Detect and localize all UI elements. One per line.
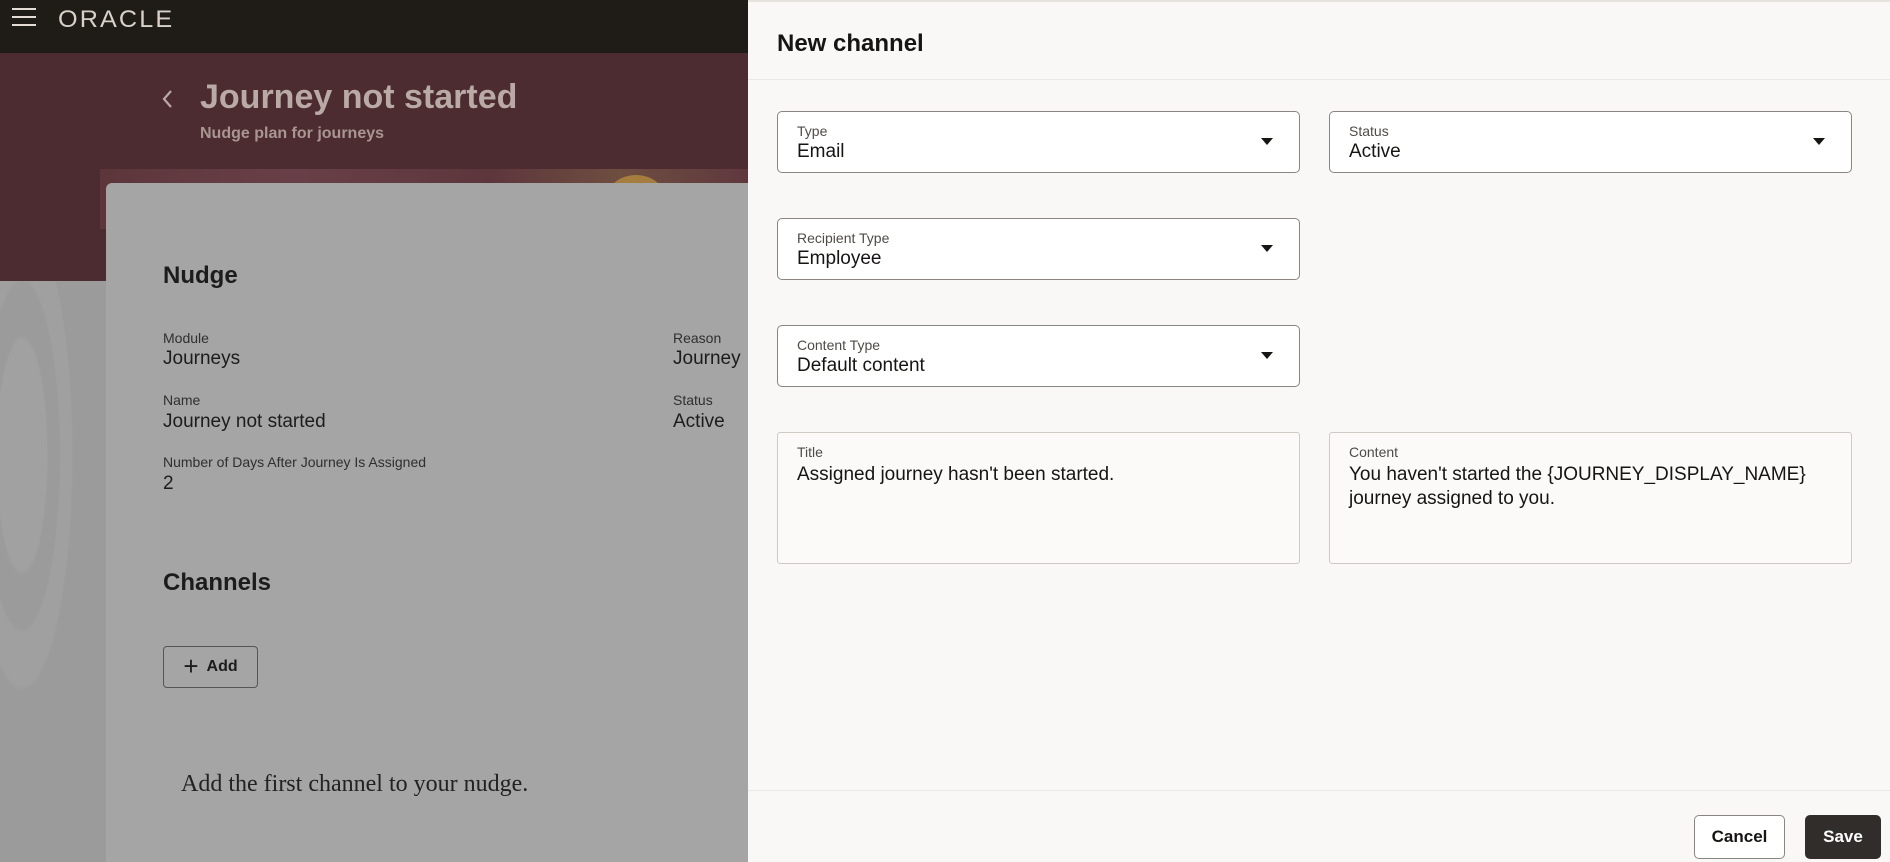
caret-down-icon[interactable] (1261, 352, 1273, 359)
type-select[interactable]: Type Email (777, 111, 1300, 173)
content-type-select[interactable]: Content Type Default content (777, 325, 1300, 387)
back-chevron-left-icon[interactable] (158, 86, 178, 112)
status-value: Active (1349, 141, 1401, 162)
content-type-label: Content Type (797, 337, 881, 353)
recipient-type-select[interactable]: Recipient Type Employee (777, 218, 1300, 280)
name-label: Name (163, 392, 201, 408)
nudge-heading: Nudge (163, 262, 238, 289)
hamburger-menu-icon[interactable] (10, 5, 38, 29)
recipient-type-label: Recipient Type (797, 230, 890, 246)
module-label: Module (163, 330, 209, 346)
module-value: Journeys (163, 348, 241, 369)
content-textarea[interactable]: Content You haven't started the {JOURNEY… (1329, 432, 1852, 564)
save-button[interactable]: Save (1805, 815, 1881, 859)
channels-heading: Channels (163, 569, 272, 596)
status-label: Status (673, 392, 713, 408)
recipient-type-value: Employee (797, 248, 882, 269)
add-button-label: Add (206, 658, 238, 675)
content-field-label: Content (1349, 444, 1399, 460)
drawer-title: New channel (777, 30, 924, 57)
add-channel-button[interactable]: + Add (163, 646, 258, 688)
channels-empty-message: Add the first channel to your nudge. (181, 771, 529, 797)
content-type-value: Default content (797, 355, 925, 376)
title-field-label: Title (797, 444, 823, 460)
title-textarea[interactable]: Title Assigned journey hasn't been start… (777, 432, 1300, 564)
status-value: Active (673, 411, 725, 432)
caret-down-icon[interactable] (1813, 138, 1825, 145)
caret-down-icon[interactable] (1261, 138, 1273, 145)
reason-value: Journey (673, 348, 741, 369)
title-field-value[interactable]: Assigned journey hasn't been started. (797, 463, 1281, 487)
page-title: Journey not started (200, 78, 518, 116)
days-label: Number of Days After Journey Is Assigned (163, 454, 427, 470)
oracle-logo[interactable]: ORACLE (58, 6, 174, 34)
caret-down-icon[interactable] (1261, 245, 1273, 252)
drawer-footer-divider (748, 790, 1890, 791)
status-select[interactable]: Status Active (1329, 111, 1852, 173)
content-field-value[interactable]: You haven't started the {JOURNEY_DISPLAY… (1349, 463, 1833, 511)
cancel-button[interactable]: Cancel (1694, 815, 1785, 859)
reason-label: Reason (673, 330, 722, 346)
name-value: Journey not started (163, 411, 326, 432)
type-value: Email (797, 141, 845, 162)
background-pattern (0, 281, 110, 862)
new-channel-drawer: New channel Type Email Status Active Rec… (748, 0, 1890, 862)
status-label: Status (1349, 123, 1389, 139)
page-subtitle: Nudge plan for journeys (200, 125, 385, 142)
drawer-header-divider (748, 79, 1890, 80)
days-value: 2 (163, 473, 174, 494)
type-label: Type (797, 123, 828, 139)
plus-icon: + (183, 651, 199, 681)
